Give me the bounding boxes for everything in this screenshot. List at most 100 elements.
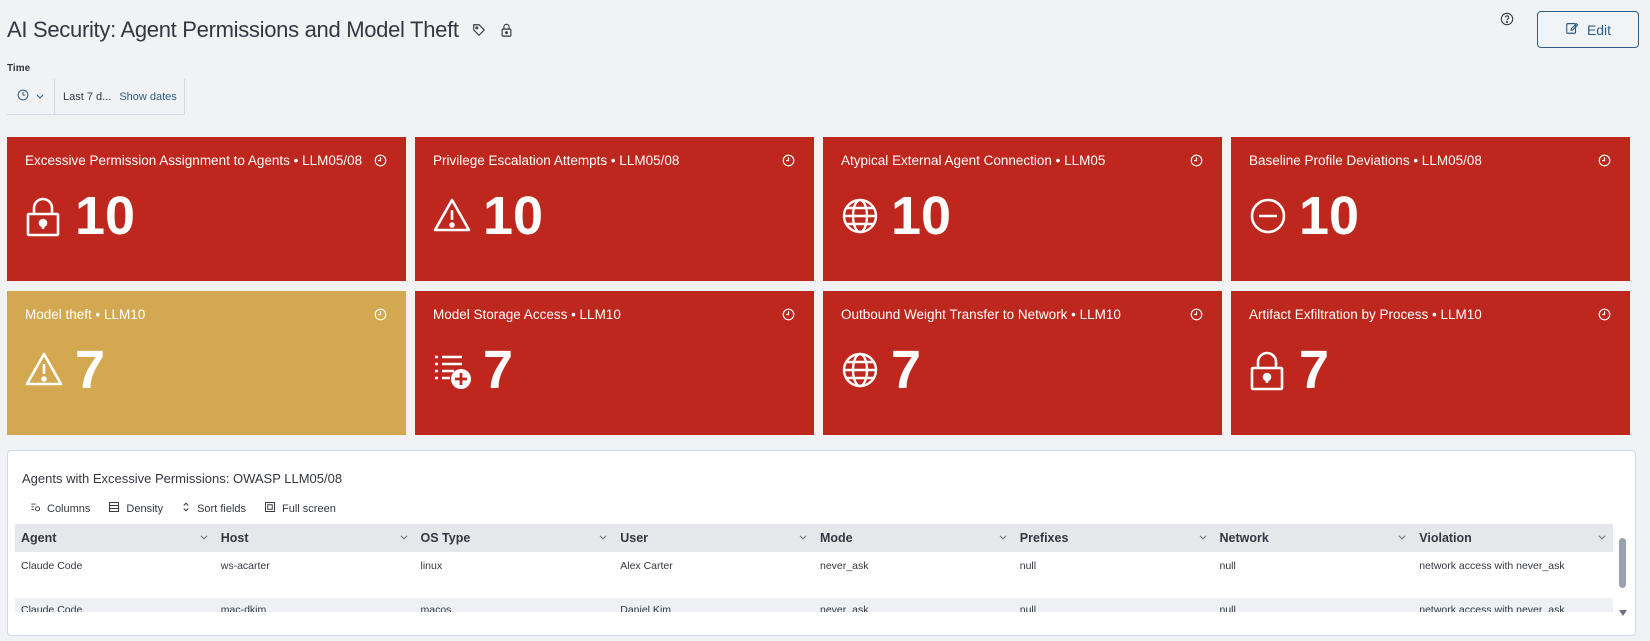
column-header[interactable]: Network — [1214, 524, 1414, 552]
edit-icon — [1565, 21, 1579, 38]
tile-value: 7 — [483, 340, 514, 400]
metric-tile[interactable]: Atypical External Agent Connection • LLM… — [823, 137, 1222, 281]
metric-tile[interactable]: Artifact Exfiltration by Process • LLM10… — [1231, 291, 1630, 435]
chevron-down-icon — [1397, 531, 1407, 545]
tile-title: Atypical External Agent Connection • LLM… — [841, 153, 1106, 168]
tile-value: 7 — [891, 340, 922, 400]
tile-value: 10 — [483, 186, 544, 246]
list-add-icon — [433, 351, 473, 391]
fullscreen-icon — [264, 501, 276, 516]
chevron-down-icon — [399, 531, 409, 545]
tile-value: 7 — [75, 340, 106, 400]
tile-title: Artifact Exfiltration by Process • LLM10 — [1249, 307, 1482, 322]
column-header[interactable]: Host — [215, 524, 415, 552]
full-screen-label: Full screen — [282, 502, 336, 515]
globe-icon — [841, 351, 881, 391]
full-screen-button[interactable]: Full screen — [264, 501, 336, 516]
time-label: Time — [7, 63, 31, 74]
density-label: Density — [126, 502, 164, 515]
table-row[interactable]: Claude Code mac-dkim macos Daniel Kim ne… — [15, 598, 1613, 612]
lock-icon[interactable] — [499, 22, 515, 38]
metric-tile[interactable]: Baseline Profile Deviations • LLM05/08 1… — [1231, 137, 1630, 281]
density-icon — [108, 501, 120, 516]
tile-title: Model theft • LLM10 — [25, 307, 146, 322]
metric-tile[interactable]: Excessive Permission Assignment to Agent… — [7, 137, 406, 281]
warning-icon — [25, 351, 65, 391]
table-cell: Daniel Kim — [620, 604, 672, 612]
grid-header-row: Agent Host OS Type User Mode Prefixes Ne… — [15, 524, 1613, 552]
table-cell: network access with never_ask — [1419, 560, 1565, 572]
table-cell: Claude Code — [21, 604, 83, 612]
sort-fields-button[interactable]: Sort fields — [181, 501, 246, 516]
quick-select-button[interactable] — [7, 79, 55, 114]
table-cell: linux — [420, 560, 443, 572]
scrollbar-thumb[interactable] — [1619, 538, 1626, 588]
chevron-down-icon — [798, 531, 808, 545]
clock-icon — [17, 88, 29, 106]
grid-toolbar: Columns Density Sort fields Full screen — [30, 501, 336, 516]
edit-button[interactable]: Edit — [1537, 11, 1639, 48]
clock-icon — [1598, 154, 1612, 168]
chevron-down-icon — [199, 531, 209, 545]
vertical-scrollbar[interactable] — [1617, 533, 1629, 617]
table-cell: ws-acarter — [220, 560, 270, 572]
table-cell: null — [1219, 560, 1236, 572]
column-header[interactable]: Agent — [15, 524, 215, 552]
tile-value: 10 — [75, 186, 136, 246]
sort-icon — [181, 501, 191, 516]
table-row[interactable]: Claude Code ws-acarter linux Alex Carter… — [15, 552, 1613, 596]
clock-icon — [1598, 308, 1612, 322]
clock-icon — [1190, 154, 1204, 168]
column-header[interactable]: OS Type — [415, 524, 615, 552]
column-header[interactable]: Violation — [1413, 524, 1613, 552]
time-picker: Last 7 d... Show dates — [7, 79, 185, 115]
tile-value: 10 — [891, 186, 952, 246]
tile-title: Baseline Profile Deviations • LLM05/08 — [1249, 153, 1482, 168]
show-dates-link[interactable]: Show dates — [119, 91, 176, 103]
table-cell: macos — [420, 604, 452, 612]
tile-title: Privilege Escalation Attempts • LLM05/08 — [433, 153, 680, 168]
sort-fields-label: Sort fields — [197, 502, 247, 515]
tag-icon[interactable] — [471, 22, 487, 38]
tile-title: Excessive Permission Assignment to Agent… — [25, 153, 363, 168]
clock-icon — [374, 308, 388, 322]
clock-icon — [782, 308, 796, 322]
metric-tile[interactable]: Privilege Escalation Attempts • LLM05/08… — [415, 137, 814, 281]
columns-button[interactable]: Columns — [30, 501, 90, 516]
lock-icon — [1249, 351, 1289, 391]
table-cell: null — [1019, 560, 1037, 572]
chevron-down-icon — [1198, 531, 1208, 545]
columns-label: Columns — [47, 502, 91, 515]
density-button[interactable]: Density — [108, 501, 163, 516]
page-header: AI Security: Agent Permissions and Model… — [7, 14, 515, 46]
table-cell: network access with never_ask — [1419, 604, 1565, 612]
lock-icon — [25, 197, 65, 237]
agents-table-panel: Agents with Excessive Permissions: OWASP… — [7, 450, 1636, 636]
table-cell: never_ask — [820, 560, 869, 572]
metric-tile[interactable]: Model Storage Access • LLM10 7 — [415, 291, 814, 435]
column-header[interactable]: Mode — [814, 524, 1014, 552]
minus-circle-icon — [1249, 197, 1289, 237]
metric-tile[interactable]: Model theft • LLM10 7 — [7, 291, 406, 435]
table-cell: mac-dkim — [220, 604, 267, 612]
globe-icon — [841, 197, 881, 237]
table-cell: Alex Carter — [620, 560, 673, 572]
clock-icon — [374, 154, 388, 168]
column-header[interactable]: Prefixes — [1014, 524, 1214, 552]
tile-value: 10 — [1299, 186, 1360, 246]
table-cell: never_ask — [820, 604, 869, 612]
chevron-down-icon — [998, 531, 1008, 545]
clock-icon — [782, 154, 796, 168]
data-grid: Agent Host OS Type User Mode Prefixes Ne… — [15, 524, 1613, 612]
metric-tile[interactable]: Outbound Weight Transfer to Network • LL… — [823, 291, 1222, 435]
tile-value: 7 — [1299, 340, 1330, 400]
scroll-down-icon[interactable] — [1617, 609, 1629, 617]
column-header[interactable]: User — [614, 524, 814, 552]
panel-title: Agents with Excessive Permissions: OWASP… — [22, 471, 343, 486]
time-range-value[interactable]: Last 7 d... — [63, 91, 111, 103]
chevron-down-icon — [1597, 531, 1607, 545]
chevron-down-icon — [35, 88, 45, 106]
tile-title: Outbound Weight Transfer to Network • LL… — [841, 307, 1121, 322]
chevron-down-icon — [598, 531, 608, 545]
help-icon[interactable] — [1500, 12, 1514, 26]
